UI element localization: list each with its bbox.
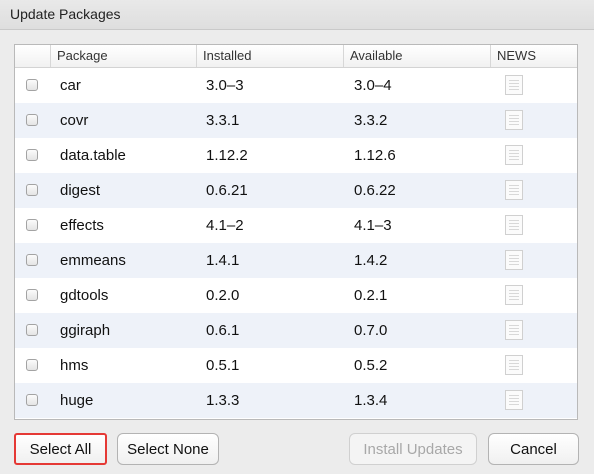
news-document-icon[interactable] — [505, 215, 523, 235]
table-row[interactable]: hms 0.5.1 0.5.2 — [15, 348, 577, 383]
title-bar: Update Packages — [0, 0, 594, 30]
installed-version: 0.6.1 — [206, 322, 240, 339]
package-name: digest — [60, 182, 101, 199]
header-package[interactable]: Package — [50, 45, 196, 67]
installed-version: 4.1–2 — [206, 217, 244, 234]
package-name: hms — [60, 357, 89, 374]
install-updates-button[interactable]: Install Updates — [349, 433, 477, 465]
row-checkbox[interactable] — [26, 79, 38, 91]
package-name: car — [60, 77, 81, 94]
update-packages-dialog: Update Packages Package Installed Availa… — [0, 0, 594, 474]
installed-version: 0.2.0 — [206, 287, 240, 304]
header-installed[interactable]: Installed — [196, 45, 343, 67]
table-row[interactable]: emmeans 1.4.1 1.4.2 — [15, 243, 577, 278]
installed-version: 1.3.3 — [206, 392, 240, 409]
row-checkbox[interactable] — [26, 149, 38, 161]
installed-version: 0.6.21 — [206, 182, 248, 199]
table-row[interactable]: effects 4.1–2 4.1–3 — [15, 208, 577, 243]
header-news[interactable]: NEWS — [490, 45, 577, 67]
available-version: 3.3.2 — [354, 112, 388, 129]
available-version: 0.2.1 — [354, 287, 388, 304]
table-row[interactable]: gdtools 0.2.0 0.2.1 — [15, 278, 577, 313]
row-checkbox[interactable] — [26, 394, 38, 406]
package-name: data.table — [60, 147, 126, 164]
row-checkbox[interactable] — [26, 324, 38, 336]
news-document-icon[interactable] — [505, 320, 523, 340]
installed-version: 3.3.1 — [206, 112, 240, 129]
package-name: huge — [60, 392, 94, 409]
available-version: 0.6.22 — [354, 182, 396, 199]
table-row[interactable]: ggiraph 0.6.1 0.7.0 — [15, 313, 577, 348]
table-row[interactable]: huge 1.3.3 1.3.4 — [15, 383, 577, 418]
installed-version: 1.4.1 — [206, 252, 240, 269]
select-all-button[interactable]: Select All — [14, 433, 107, 465]
package-name: ggiraph — [60, 322, 111, 339]
news-document-icon[interactable] — [505, 75, 523, 95]
table-row[interactable]: covr 3.3.1 3.3.2 — [15, 103, 577, 138]
news-document-icon[interactable] — [505, 250, 523, 270]
row-checkbox[interactable] — [26, 289, 38, 301]
row-checkbox[interactable] — [26, 219, 38, 231]
row-checkbox[interactable] — [26, 184, 38, 196]
package-name: emmeans — [60, 252, 126, 269]
row-checkbox[interactable] — [26, 359, 38, 371]
available-version: 0.5.2 — [354, 357, 388, 374]
select-none-button[interactable]: Select None — [117, 433, 219, 465]
table-row[interactable]: data.table 1.12.2 1.12.6 — [15, 138, 577, 173]
package-name: covr — [60, 112, 89, 129]
table-body: car 3.0–3 3.0–4 covr 3.3.1 3.3.2 data.table 1.1… — [15, 68, 577, 418]
package-name: effects — [60, 217, 104, 234]
header-select — [15, 45, 50, 67]
available-version: 3.0–4 — [354, 77, 392, 94]
news-document-icon[interactable] — [505, 355, 523, 375]
row-checkbox[interactable] — [26, 254, 38, 266]
cancel-button[interactable]: Cancel — [488, 433, 579, 465]
news-document-icon[interactable] — [505, 145, 523, 165]
news-document-icon[interactable] — [505, 390, 523, 410]
packages-table: Package Installed Available NEWS car 3.0–… — [14, 44, 578, 420]
dialog-title: Update Packages — [10, 6, 121, 22]
available-version: 1.3.4 — [354, 392, 388, 409]
news-document-icon[interactable] — [505, 285, 523, 305]
row-checkbox[interactable] — [26, 114, 38, 126]
table-row[interactable]: digest 0.6.21 0.6.22 — [15, 173, 577, 208]
news-document-icon[interactable] — [505, 110, 523, 130]
installed-version: 1.12.2 — [206, 147, 248, 164]
installed-version: 0.5.1 — [206, 357, 240, 374]
package-name: gdtools — [60, 287, 109, 304]
table-header: Package Installed Available NEWS — [15, 45, 577, 68]
available-version: 0.7.0 — [354, 322, 388, 339]
installed-version: 3.0–3 — [206, 77, 244, 94]
news-document-icon[interactable] — [505, 180, 523, 200]
available-version: 1.12.6 — [354, 147, 396, 164]
available-version: 1.4.2 — [354, 252, 388, 269]
available-version: 4.1–3 — [354, 217, 392, 234]
table-row[interactable]: car 3.0–3 3.0–4 — [15, 68, 577, 103]
header-available[interactable]: Available — [343, 45, 490, 67]
